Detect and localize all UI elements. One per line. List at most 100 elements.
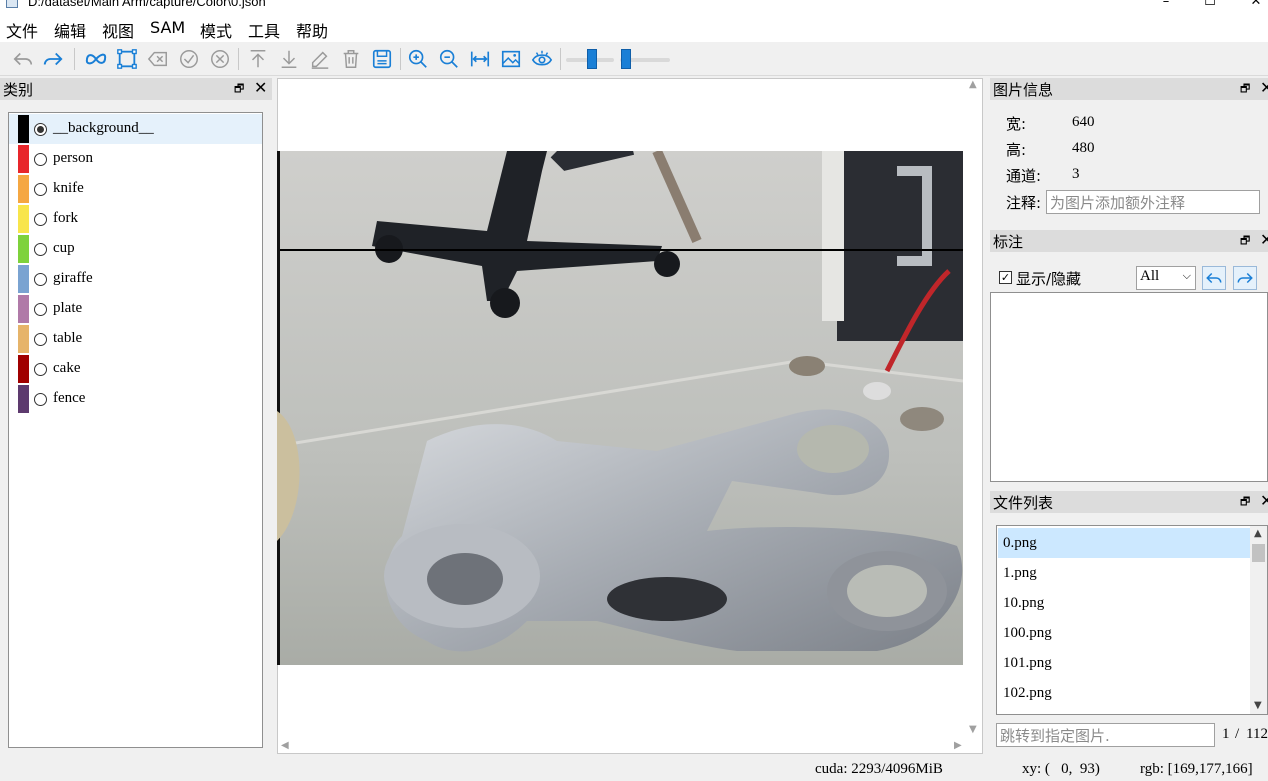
opacity-slider-handle[interactable]: [587, 49, 597, 69]
close-icon[interactable]: ✕: [254, 78, 267, 97]
file-list-item[interactable]: 102.png: [998, 678, 1250, 708]
move-top-icon[interactable]: [245, 46, 271, 72]
menu-bar: 文件 编辑 视图 SAM 模式 工具 帮助: [0, 16, 1268, 42]
redo-icon[interactable]: [40, 46, 66, 72]
annotation-list[interactable]: [990, 292, 1268, 482]
annotation-panel-title: 标注: [993, 233, 1024, 251]
backspace-icon[interactable]: [145, 46, 171, 72]
category-radio[interactable]: [34, 243, 47, 256]
file-panel-header: 文件列表 🗗 ✕: [990, 491, 1268, 513]
show-hide-checkbox[interactable]: ✓: [999, 271, 1012, 284]
category-item[interactable]: table: [9, 324, 262, 354]
category-radio[interactable]: [34, 123, 47, 136]
category-item[interactable]: plate: [9, 294, 262, 324]
category-item[interactable]: cup: [9, 234, 262, 264]
file-name: 102.png: [1003, 685, 1052, 701]
height-label: 高:: [1006, 141, 1027, 159]
float-icon[interactable]: 🗗: [1240, 80, 1250, 99]
category-item[interactable]: person: [9, 144, 262, 174]
canvas-vertical-scrollbar[interactable]: ▲ ▼: [964, 79, 982, 740]
scroll-right-icon[interactable]: ▶: [954, 740, 962, 751]
minimize-button[interactable]: –: [1146, 0, 1186, 10]
app-icon: [6, 0, 18, 8]
scroll-left-icon[interactable]: ◀: [281, 740, 289, 751]
category-color-swatch: [18, 205, 29, 233]
annotation-filter-select[interactable]: All ⌵: [1136, 266, 1196, 290]
polygon-icon[interactable]: [114, 46, 140, 72]
annotation-redo-button[interactable]: [1233, 266, 1257, 290]
category-label: fence: [53, 390, 86, 406]
category-radio[interactable]: [34, 303, 47, 316]
page-total: 112: [1246, 726, 1268, 742]
category-list: __background__person knife fork cup giraffe p…: [8, 112, 263, 748]
category-color-swatch: [18, 115, 29, 143]
category-radio[interactable]: [34, 183, 47, 196]
category-radio[interactable]: [34, 153, 47, 166]
sam-icon[interactable]: [83, 46, 109, 72]
category-label: person: [53, 150, 93, 166]
image-icon[interactable]: [498, 46, 524, 72]
scroll-down-icon[interactable]: ▼: [969, 724, 977, 735]
file-list-item[interactable]: 1.png: [998, 558, 1250, 588]
jump-to-image-input[interactable]: 跳转到指定图片.: [996, 723, 1215, 747]
note-input[interactable]: 为图片添加额外注释: [1046, 190, 1260, 214]
zoom-in-icon[interactable]: [405, 46, 431, 72]
undo-icon[interactable]: [10, 46, 36, 72]
save-icon[interactable]: [369, 46, 395, 72]
visibility-icon[interactable]: [529, 46, 555, 72]
menu-mode[interactable]: 模式: [200, 18, 232, 42]
file-list-scrollbar[interactable]: ▲ ▼: [1250, 526, 1267, 714]
move-bottom-icon[interactable]: [276, 46, 302, 72]
category-item[interactable]: fork: [9, 204, 262, 234]
delete-icon[interactable]: [338, 46, 364, 72]
scrollbar-thumb[interactable]: [1252, 544, 1265, 562]
file-list-item[interactable]: 0.png: [998, 528, 1250, 558]
menu-tools[interactable]: 工具: [248, 18, 280, 42]
float-icon[interactable]: 🗗: [1240, 232, 1250, 251]
vertex-size-slider-handle[interactable]: [621, 49, 631, 69]
fit-width-icon[interactable]: [467, 46, 493, 72]
close-icon[interactable]: ✕: [1260, 230, 1268, 249]
canvas-horizontal-scrollbar[interactable]: ◀ ▶: [278, 740, 964, 754]
annotation-undo-button[interactable]: [1202, 266, 1226, 290]
float-icon[interactable]: 🗗: [234, 80, 244, 99]
file-list-item[interactable]: 100.png: [998, 618, 1250, 648]
menu-file[interactable]: 文件: [6, 18, 38, 42]
menu-edit[interactable]: 编辑: [54, 18, 86, 42]
close-icon[interactable]: ✕: [1260, 491, 1268, 510]
title-bar: D:/dataset/Main Arm/capture/Color\0.json…: [0, 0, 1268, 16]
category-panel-header: 类别 🗗 ✕: [0, 78, 272, 100]
scroll-up-icon[interactable]: ▲: [969, 79, 977, 90]
category-label: table: [53, 330, 83, 346]
cancel-icon[interactable]: [207, 46, 233, 72]
category-item[interactable]: __background__: [9, 114, 262, 144]
category-radio[interactable]: [34, 363, 47, 376]
category-radio[interactable]: [34, 333, 47, 346]
page-current: 1: [1222, 726, 1230, 742]
category-radio[interactable]: [34, 393, 47, 406]
float-icon[interactable]: 🗗: [1240, 493, 1250, 512]
category-item[interactable]: cake: [9, 354, 262, 384]
menu-sam[interactable]: SAM: [150, 18, 185, 37]
category-radio[interactable]: [34, 213, 47, 226]
maximize-button[interactable]: ☐: [1190, 0, 1230, 10]
menu-view[interactable]: 视图: [102, 18, 134, 42]
category-item[interactable]: fence: [9, 384, 262, 414]
edit-icon[interactable]: [307, 46, 333, 72]
scroll-down-icon[interactable]: ▼: [1254, 700, 1262, 711]
finish-icon[interactable]: [176, 46, 202, 72]
file-list-item[interactable]: 101.png: [998, 648, 1250, 678]
close-window-button[interactable]: ✕: [1236, 0, 1268, 10]
category-item[interactable]: giraffe: [9, 264, 262, 294]
category-color-swatch: [18, 235, 29, 263]
zoom-out-icon[interactable]: [436, 46, 462, 72]
menu-help[interactable]: 帮助: [296, 18, 328, 42]
note-label: 注释:: [1006, 194, 1042, 212]
scroll-up-icon[interactable]: ▲: [1254, 528, 1262, 539]
category-item[interactable]: knife: [9, 174, 262, 204]
category-radio[interactable]: [34, 273, 47, 286]
file-list-item[interactable]: 10.png: [998, 588, 1250, 618]
status-bar: cuda: 2293/4096MiB xy: ( 0, 93) rgb: [16…: [0, 759, 1268, 781]
close-icon[interactable]: ✕: [1260, 78, 1268, 97]
channels-label: 通道:: [1006, 167, 1042, 185]
